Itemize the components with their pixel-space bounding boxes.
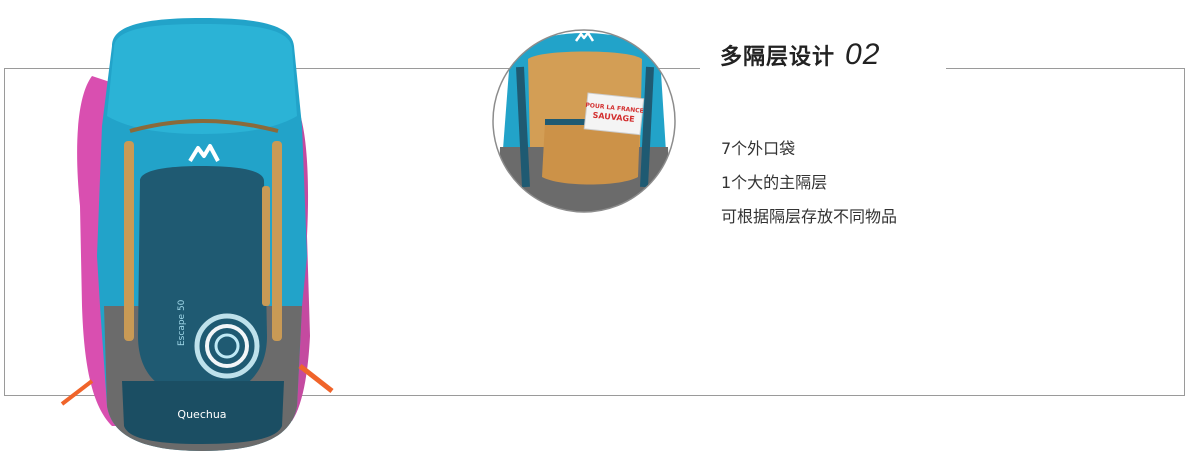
detail-card: POUR LA FRANCE SAUVAGE — [583, 92, 645, 136]
section-number: 02 — [845, 38, 881, 71]
backpack-lid — [107, 24, 297, 134]
backpack-model-text: Escape 50 — [177, 299, 187, 346]
feature-item: 7个外口袋 — [721, 139, 796, 158]
section-heading: 多隔层设计 02 — [720, 38, 880, 72]
feature-item: 可根据隔层存放不同物品 — [721, 207, 898, 226]
compartment-detail-image: POUR LA FRANCE SAUVAGE — [492, 29, 676, 213]
feature-list: 7个外口袋 1个大的主隔层 可根据隔层存放不同物品 — [721, 132, 897, 234]
backpack-strap-left — [124, 141, 134, 341]
feature-item: 1个大的主隔层 — [721, 173, 828, 192]
backpack-zipper-pull — [262, 186, 270, 306]
backpack-brand-text: Quechua — [177, 408, 226, 421]
section-title: 多隔层设计 — [720, 45, 836, 70]
backpack-orange-strap-left — [60, 379, 94, 406]
backpack-strap-right — [272, 141, 282, 341]
backpack-image: Quechua Escape 50 — [60, 18, 334, 451]
